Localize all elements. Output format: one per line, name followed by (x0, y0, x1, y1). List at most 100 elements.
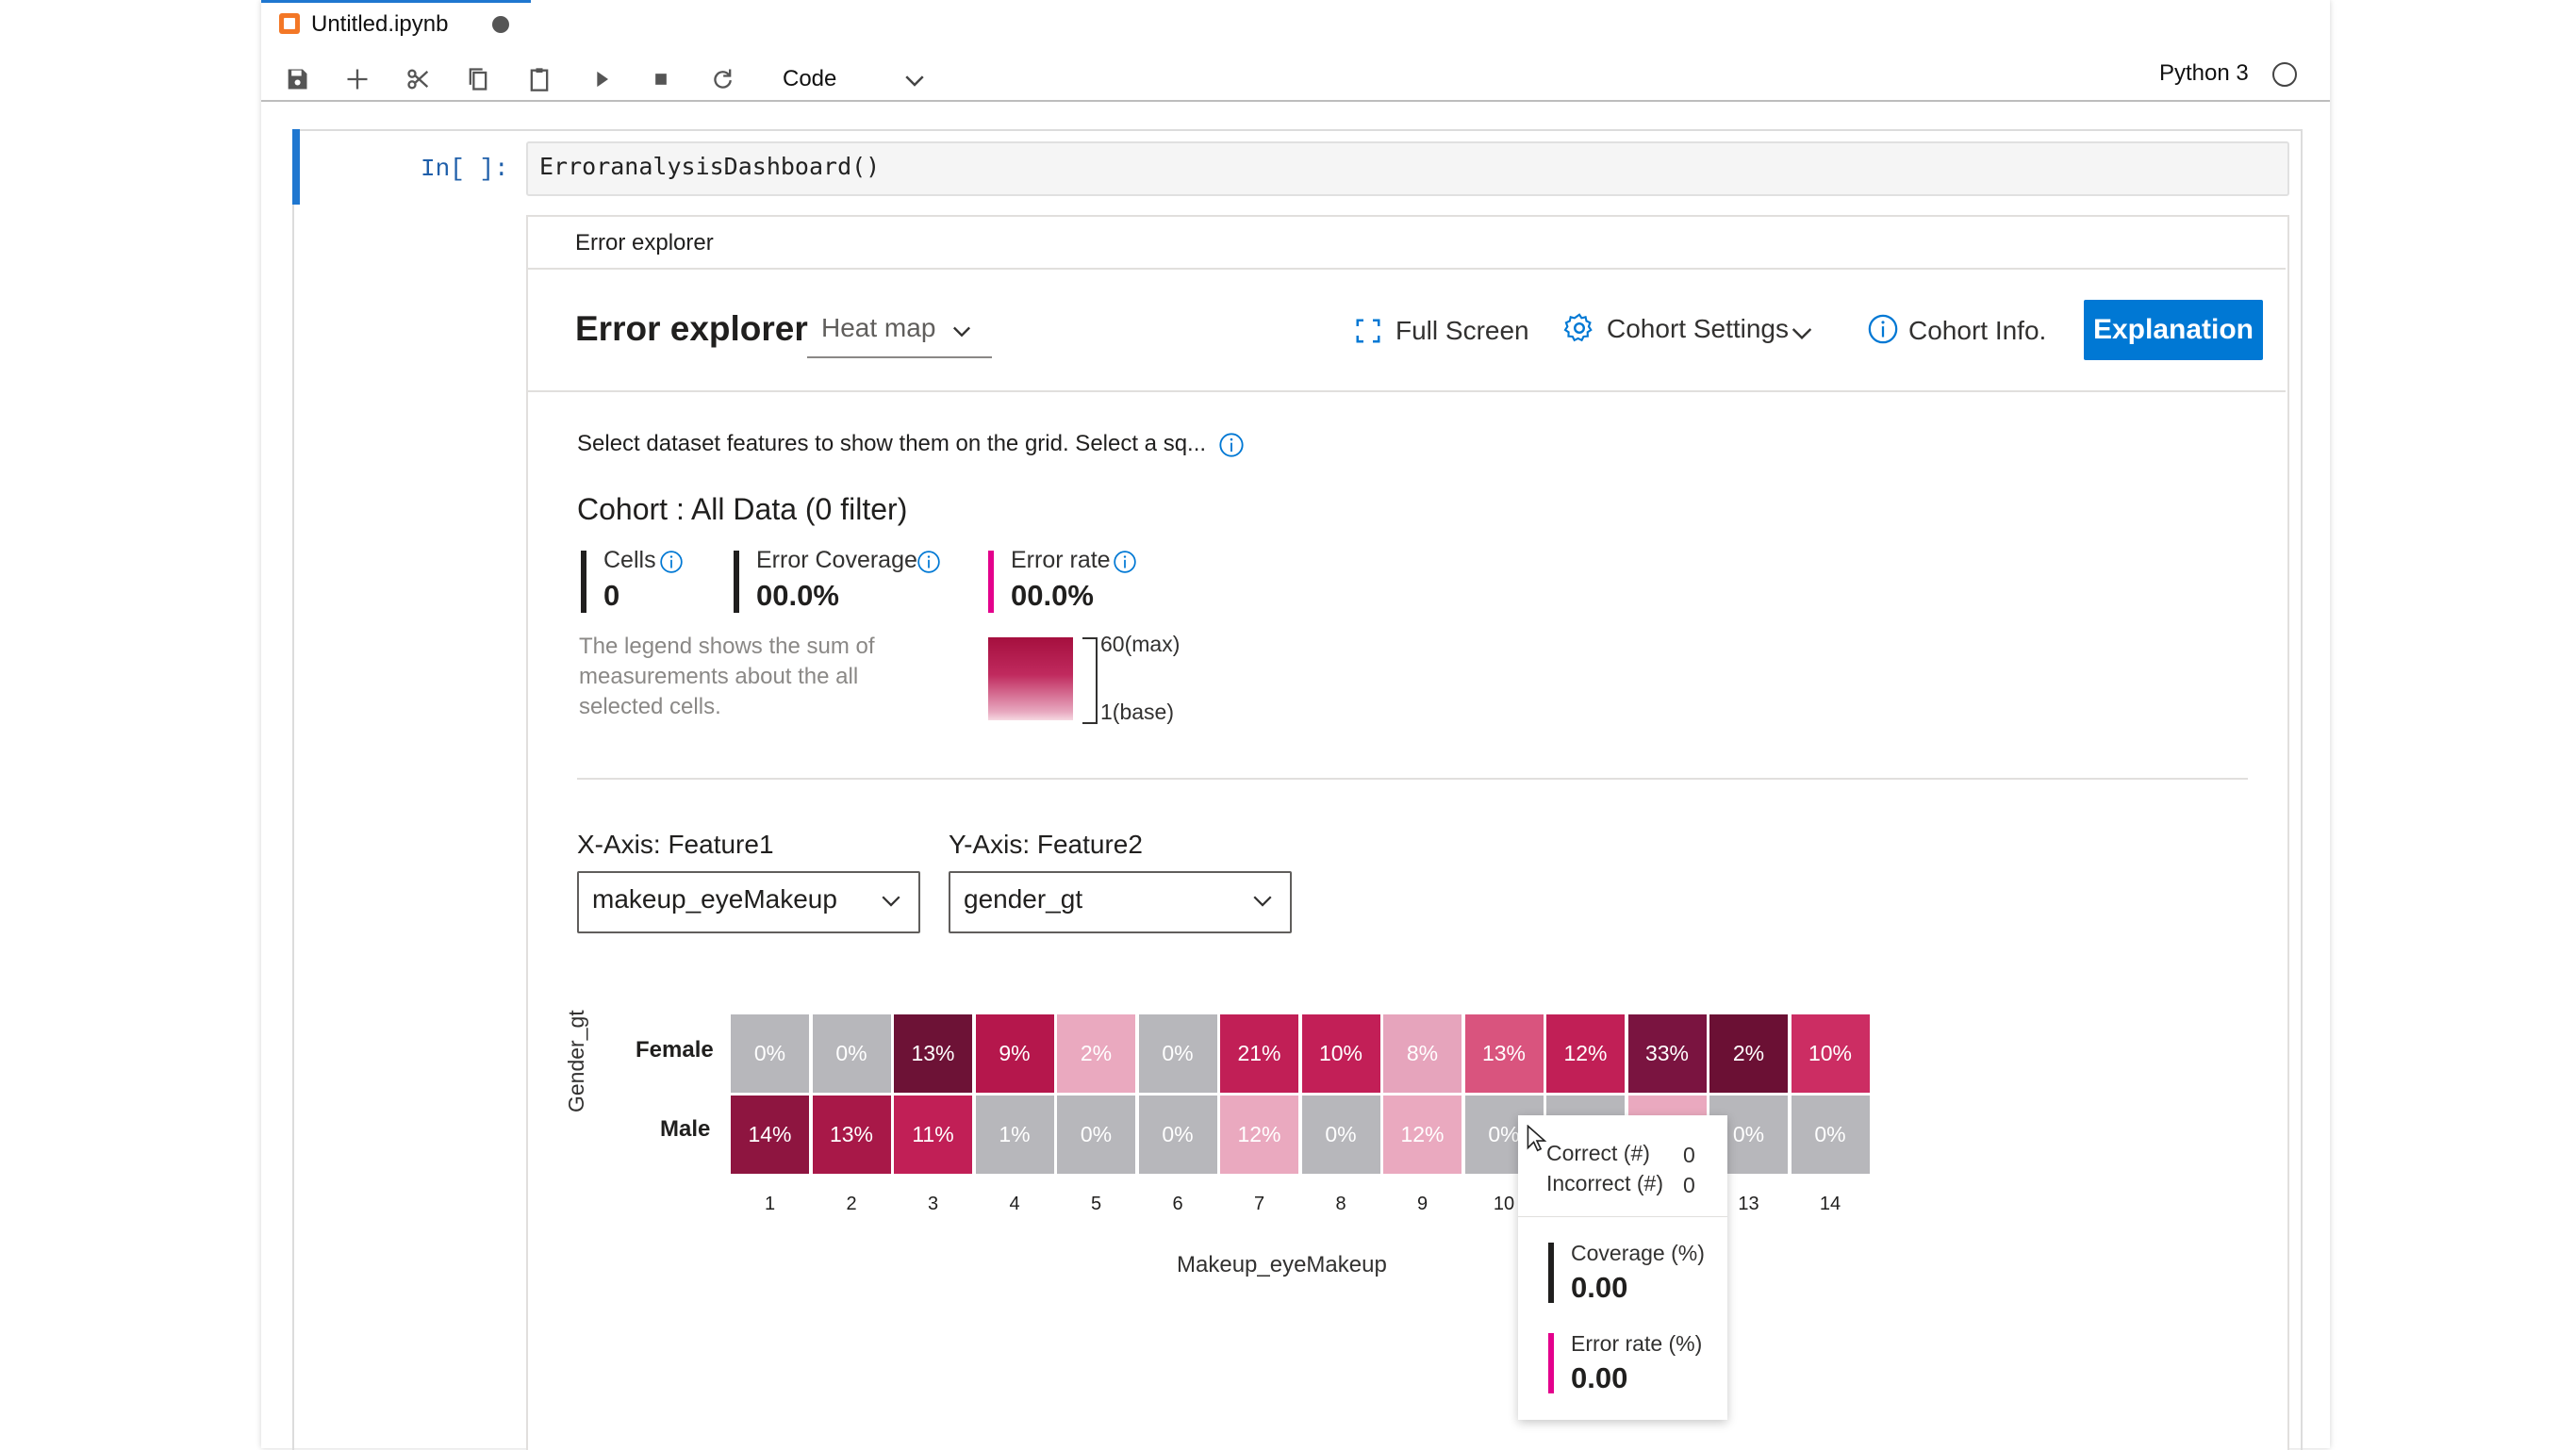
heatmap-cell-male-2[interactable]: 13% (812, 1096, 891, 1174)
cell-prompt: In[ ]: (421, 155, 509, 183)
column-label: 1 (764, 1194, 776, 1214)
info-icon[interactable] (1218, 432, 1245, 458)
cells-bar (581, 551, 586, 613)
notebook-icon (279, 13, 300, 34)
legend-bracket (1082, 637, 1098, 724)
chevron-down-icon[interactable] (900, 66, 929, 94)
cut-button[interactable] (400, 60, 438, 98)
heatmap-cell-female-10[interactable]: 13% (1464, 1014, 1544, 1093)
stop-button[interactable] (642, 60, 680, 98)
column-label: 7 (1253, 1194, 1265, 1214)
heatmap-cell-female-1[interactable]: 0% (731, 1014, 809, 1093)
x-axis-dropdown-value[interactable]: makeup_eyeMakeup (592, 884, 837, 914)
explanation-button[interactable]: Explanation (2084, 300, 2263, 360)
tooltip-incorrect-label: Incorrect (#) (1546, 1171, 1663, 1195)
divider (528, 268, 2286, 270)
heatmap-cell-male-3[interactable]: 11% (894, 1096, 972, 1174)
heatmap-cell-male-4[interactable]: 1% (975, 1096, 1054, 1174)
save-button[interactable] (278, 60, 316, 98)
heatmap-cell-female-4[interactable]: 9% (975, 1014, 1054, 1093)
tooltip-coverage-bar (1548, 1243, 1554, 1303)
view-select-label[interactable]: Heat map (821, 313, 935, 343)
heatmap-cell-female-2[interactable]: 0% (812, 1014, 891, 1093)
tooltip-error-rate-value: 0.00 (1571, 1361, 1628, 1394)
tooltip-correct-label: Correct (#) (1546, 1141, 1650, 1165)
copy-icon (469, 68, 487, 91)
instruction-text: Select dataset features to show them on … (577, 431, 1207, 456)
heatmap-cell-female-8[interactable]: 10% (1301, 1014, 1380, 1093)
tooltip-coverage-value: 0.00 (1571, 1271, 1628, 1304)
column-label: 3 (927, 1194, 939, 1214)
copy-button[interactable] (459, 60, 497, 98)
heatmap-cell-female-13[interactable]: 2% (1709, 1014, 1788, 1093)
play-icon (597, 71, 608, 88)
chevron-down-icon[interactable] (877, 886, 905, 914)
divider (528, 390, 2286, 392)
kernel-status-icon (2272, 62, 2297, 87)
cells-value: 0 (603, 579, 620, 612)
tab-title[interactable]: Untitled.ipynb (311, 11, 448, 38)
error-rate-value: 00.0% (1011, 579, 1094, 612)
column-label: 5 (1090, 1194, 1102, 1214)
chevron-down-icon[interactable] (1787, 318, 1817, 348)
restart-button[interactable] (703, 60, 741, 98)
mouse-cursor-icon (1527, 1125, 1547, 1152)
column-label: 8 (1335, 1194, 1346, 1214)
heatmap-y-title: Gender_gt (564, 1010, 588, 1112)
unsaved-dot-icon[interactable] (492, 16, 509, 33)
divider (577, 778, 2248, 780)
gear-icon[interactable] (1562, 311, 1596, 345)
heatmap-cell-male-6[interactable]: 0% (1138, 1096, 1217, 1174)
heatmap-cell-female-7[interactable]: 21% (1220, 1014, 1298, 1093)
paste-button[interactable] (520, 60, 558, 98)
heatmap-cell-male-9[interactable]: 12% (1383, 1096, 1461, 1174)
code-text[interactable]: ErroranalysisDashboard() (539, 153, 880, 180)
error-coverage-value: 00.0% (756, 579, 839, 612)
heatmap-cell-male-7[interactable]: 12% (1220, 1096, 1298, 1174)
chevron-down-icon[interactable] (949, 318, 975, 344)
cohort-settings-button[interactable]: Cohort Settings (1607, 314, 1789, 344)
error-coverage-label: Error Coverage (756, 547, 917, 573)
legend-max-label: 60(max) (1100, 632, 1181, 656)
kernel-name[interactable]: Python 3 (2159, 60, 2249, 87)
heatmap-cell-female-6[interactable]: 0% (1138, 1014, 1217, 1093)
error-analysis-widget (526, 215, 2289, 1450)
heatmap-cell-male-14[interactable]: 0% (1791, 1096, 1870, 1174)
heatmap-cell-female-3[interactable]: 13% (894, 1014, 972, 1093)
info-icon[interactable] (1113, 550, 1137, 574)
run-button[interactable] (583, 60, 620, 98)
toolbar-divider (261, 100, 2330, 102)
full-screen-icon[interactable] (1354, 317, 1382, 345)
heatmap-cell-female-14[interactable]: 10% (1791, 1014, 1870, 1093)
full-screen-button[interactable]: Full Screen (1395, 316, 1529, 346)
heatmap-cell-female-5[interactable]: 2% (1057, 1014, 1135, 1093)
column-label: 2 (846, 1194, 857, 1214)
heatmap-cell-female-12[interactable]: 33% (1627, 1014, 1707, 1093)
heatmap-cell-female-11[interactable]: 12% (1546, 1014, 1625, 1093)
save-icon (288, 69, 307, 90)
refresh-icon (714, 69, 732, 89)
paste-icon (530, 68, 549, 91)
tooltip-incorrect-value: 0 (1683, 1173, 1695, 1197)
tooltip-correct-value: 0 (1683, 1143, 1695, 1167)
heatmap-cell-male-8[interactable]: 0% (1301, 1096, 1380, 1174)
tooltip-coverage-label: Coverage (%) (1571, 1241, 1705, 1265)
add-cell-button[interactable] (339, 60, 376, 98)
column-label: 6 (1172, 1194, 1183, 1214)
chevron-down-icon[interactable] (1248, 886, 1277, 914)
info-icon[interactable] (1867, 313, 1899, 345)
heatmap-cell-male-5[interactable]: 0% (1057, 1096, 1135, 1174)
heatmap-cell-female-9[interactable]: 8% (1383, 1014, 1461, 1093)
y-axis-dropdown-value[interactable]: gender_gt (964, 884, 1082, 914)
tooltip-error-rate-label: Error rate (%) (1571, 1331, 1703, 1356)
info-icon[interactable] (659, 550, 684, 574)
cohort-info-button[interactable]: Cohort Info. (1908, 316, 2046, 346)
row-label-male: Male (660, 1116, 711, 1142)
coverage-bar (734, 551, 739, 613)
heatmap-cell-male-1[interactable]: 14% (731, 1096, 809, 1174)
info-icon[interactable] (916, 550, 941, 574)
tooltip-divider (1518, 1216, 1727, 1217)
color-legend-gradient (988, 637, 1073, 720)
column-label: 9 (1416, 1194, 1428, 1214)
legend-base-label: 1(base) (1100, 700, 1174, 724)
